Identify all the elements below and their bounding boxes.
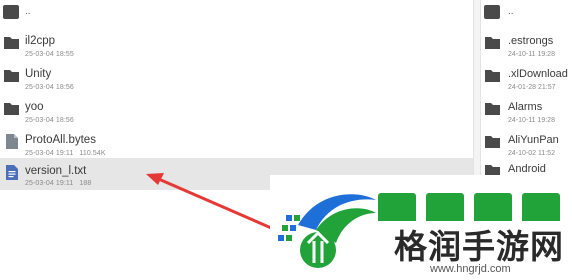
file-meta: 25-03-04 18:55	[25, 51, 80, 58]
logo-icon	[278, 194, 376, 268]
watermark-url: www.hngrjd.com	[430, 263, 511, 275]
brand-glyph-block	[378, 193, 416, 221]
file-date: 25-03-04 18:55	[25, 51, 74, 58]
list-item-folder[interactable]: Alarms 24-10-11 19:28	[481, 98, 572, 131]
file-date: 25-03-04 18:56	[25, 84, 74, 91]
parent-directory-label: ..	[25, 6, 31, 17]
file-meta: 25-03-04 18:56	[25, 117, 80, 124]
file-meta: 25-03-04 18:56	[25, 84, 80, 91]
folder-icon	[485, 70, 500, 82]
watermark-site-name: 格润手游网	[394, 227, 564, 266]
file-date: 24-01-28 21:57	[508, 84, 556, 91]
watermark-top-text	[378, 181, 568, 221]
parent-directory-row[interactable]: ..	[0, 0, 473, 30]
file-meta: 25-03-04 19:11 110.54K	[25, 150, 112, 157]
file-date: 25-03-04 19:11	[25, 150, 74, 157]
parent-directory-row[interactable]: ..	[481, 0, 572, 30]
list-item-folder[interactable]: yoo 25-03-04 18:56	[0, 98, 473, 131]
brand-glyph-block	[522, 193, 560, 221]
list-item-folder[interactable]: Unity 25-03-04 18:56	[0, 65, 473, 98]
brand-glyph-block	[474, 193, 512, 221]
list-item-folder[interactable]: .xlDownload 24-01-28 21:57	[481, 65, 572, 98]
file-name: Android	[508, 163, 546, 175]
file-date: 24-10-11 19:28	[508, 117, 555, 124]
list-item-folder[interactable]: .estrongs 24-10-11 19:28	[481, 32, 572, 65]
text-file-icon	[6, 165, 18, 180]
folder-icon	[4, 70, 19, 82]
folder-icon	[4, 37, 19, 49]
list-item-folder[interactable]: il2cpp 25-03-04 18:55	[0, 32, 473, 65]
file-meta: 25-03-04 19:11 188	[25, 180, 97, 187]
file-date: 24-10-11 19:28	[508, 51, 555, 58]
file-name: ProtoAll.bytes	[25, 134, 96, 146]
parent-directory-label: ..	[508, 6, 514, 17]
file-size: 110.54K	[79, 150, 106, 157]
watermark: 格润手游网 www.hngrjd.com	[270, 175, 572, 280]
file-date: 25-03-04 18:56	[25, 117, 74, 124]
folder-icon	[3, 5, 19, 19]
folder-icon	[4, 103, 19, 115]
file-name: Alarms	[508, 101, 543, 113]
folder-icon	[485, 37, 500, 49]
file-name: Unity	[25, 68, 52, 80]
file-name: .estrongs	[508, 35, 554, 47]
folder-icon	[485, 103, 500, 115]
brand-glyph-block	[426, 193, 464, 221]
file-name: yoo	[25, 101, 44, 113]
file-name: il2cpp	[25, 35, 56, 47]
folder-icon	[484, 5, 500, 19]
file-name: version_l.txt	[25, 165, 87, 177]
file-name: AliYunPan	[508, 134, 559, 146]
file-name: .xlDownload	[508, 68, 568, 80]
folder-icon	[485, 136, 500, 148]
file-icon	[6, 134, 18, 149]
file-date: 24-10-02 11:52	[508, 150, 555, 157]
file-size: 188	[79, 180, 92, 187]
file-date: 25-03-04 19:11	[25, 180, 74, 187]
